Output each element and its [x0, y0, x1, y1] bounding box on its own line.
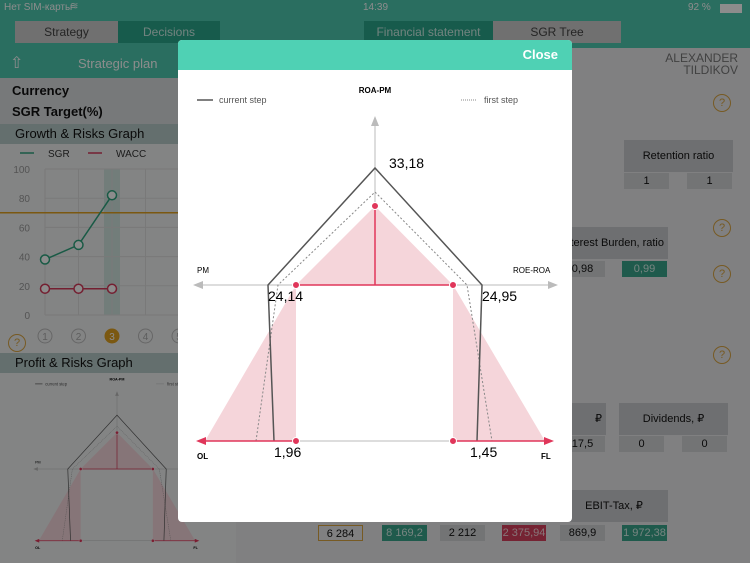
axis-label-bottom-left: OL	[197, 452, 208, 461]
red-point	[449, 437, 457, 445]
value-label-roa-pm: 33,18	[389, 155, 424, 171]
axis-label-bottom-right: FL	[541, 452, 551, 461]
value-label-fl: 1,45	[470, 444, 497, 460]
axis-label-right: ROE-ROA	[513, 266, 551, 275]
axis-label-left: PM	[197, 266, 209, 275]
arrow-up-icon	[371, 116, 379, 126]
red-point	[449, 281, 457, 289]
pink-area	[453, 285, 545, 441]
arrow-right-icon	[548, 281, 558, 289]
value-label-pm: 24,14	[268, 288, 303, 304]
value-label-ol: 1,96	[274, 444, 301, 460]
legend-current-label: current step	[219, 95, 267, 105]
value-label-roe-roa: 24,95	[482, 288, 517, 304]
arrow-right-icon	[544, 437, 554, 445]
legend-first-label: first step	[484, 95, 518, 105]
house-chart-group: ROA-PM PM ROE-ROA OL FL current step first ste…	[193, 86, 558, 461]
arrow-left-icon	[193, 281, 203, 289]
pink-area	[205, 285, 296, 441]
red-point	[371, 202, 379, 210]
axis-label-top: ROA-PM	[359, 86, 392, 95]
arrow-left-icon	[196, 437, 206, 445]
profit-risks-chart: ROA-PM PM ROE-ROA OL FL current step first ste…	[193, 86, 558, 461]
